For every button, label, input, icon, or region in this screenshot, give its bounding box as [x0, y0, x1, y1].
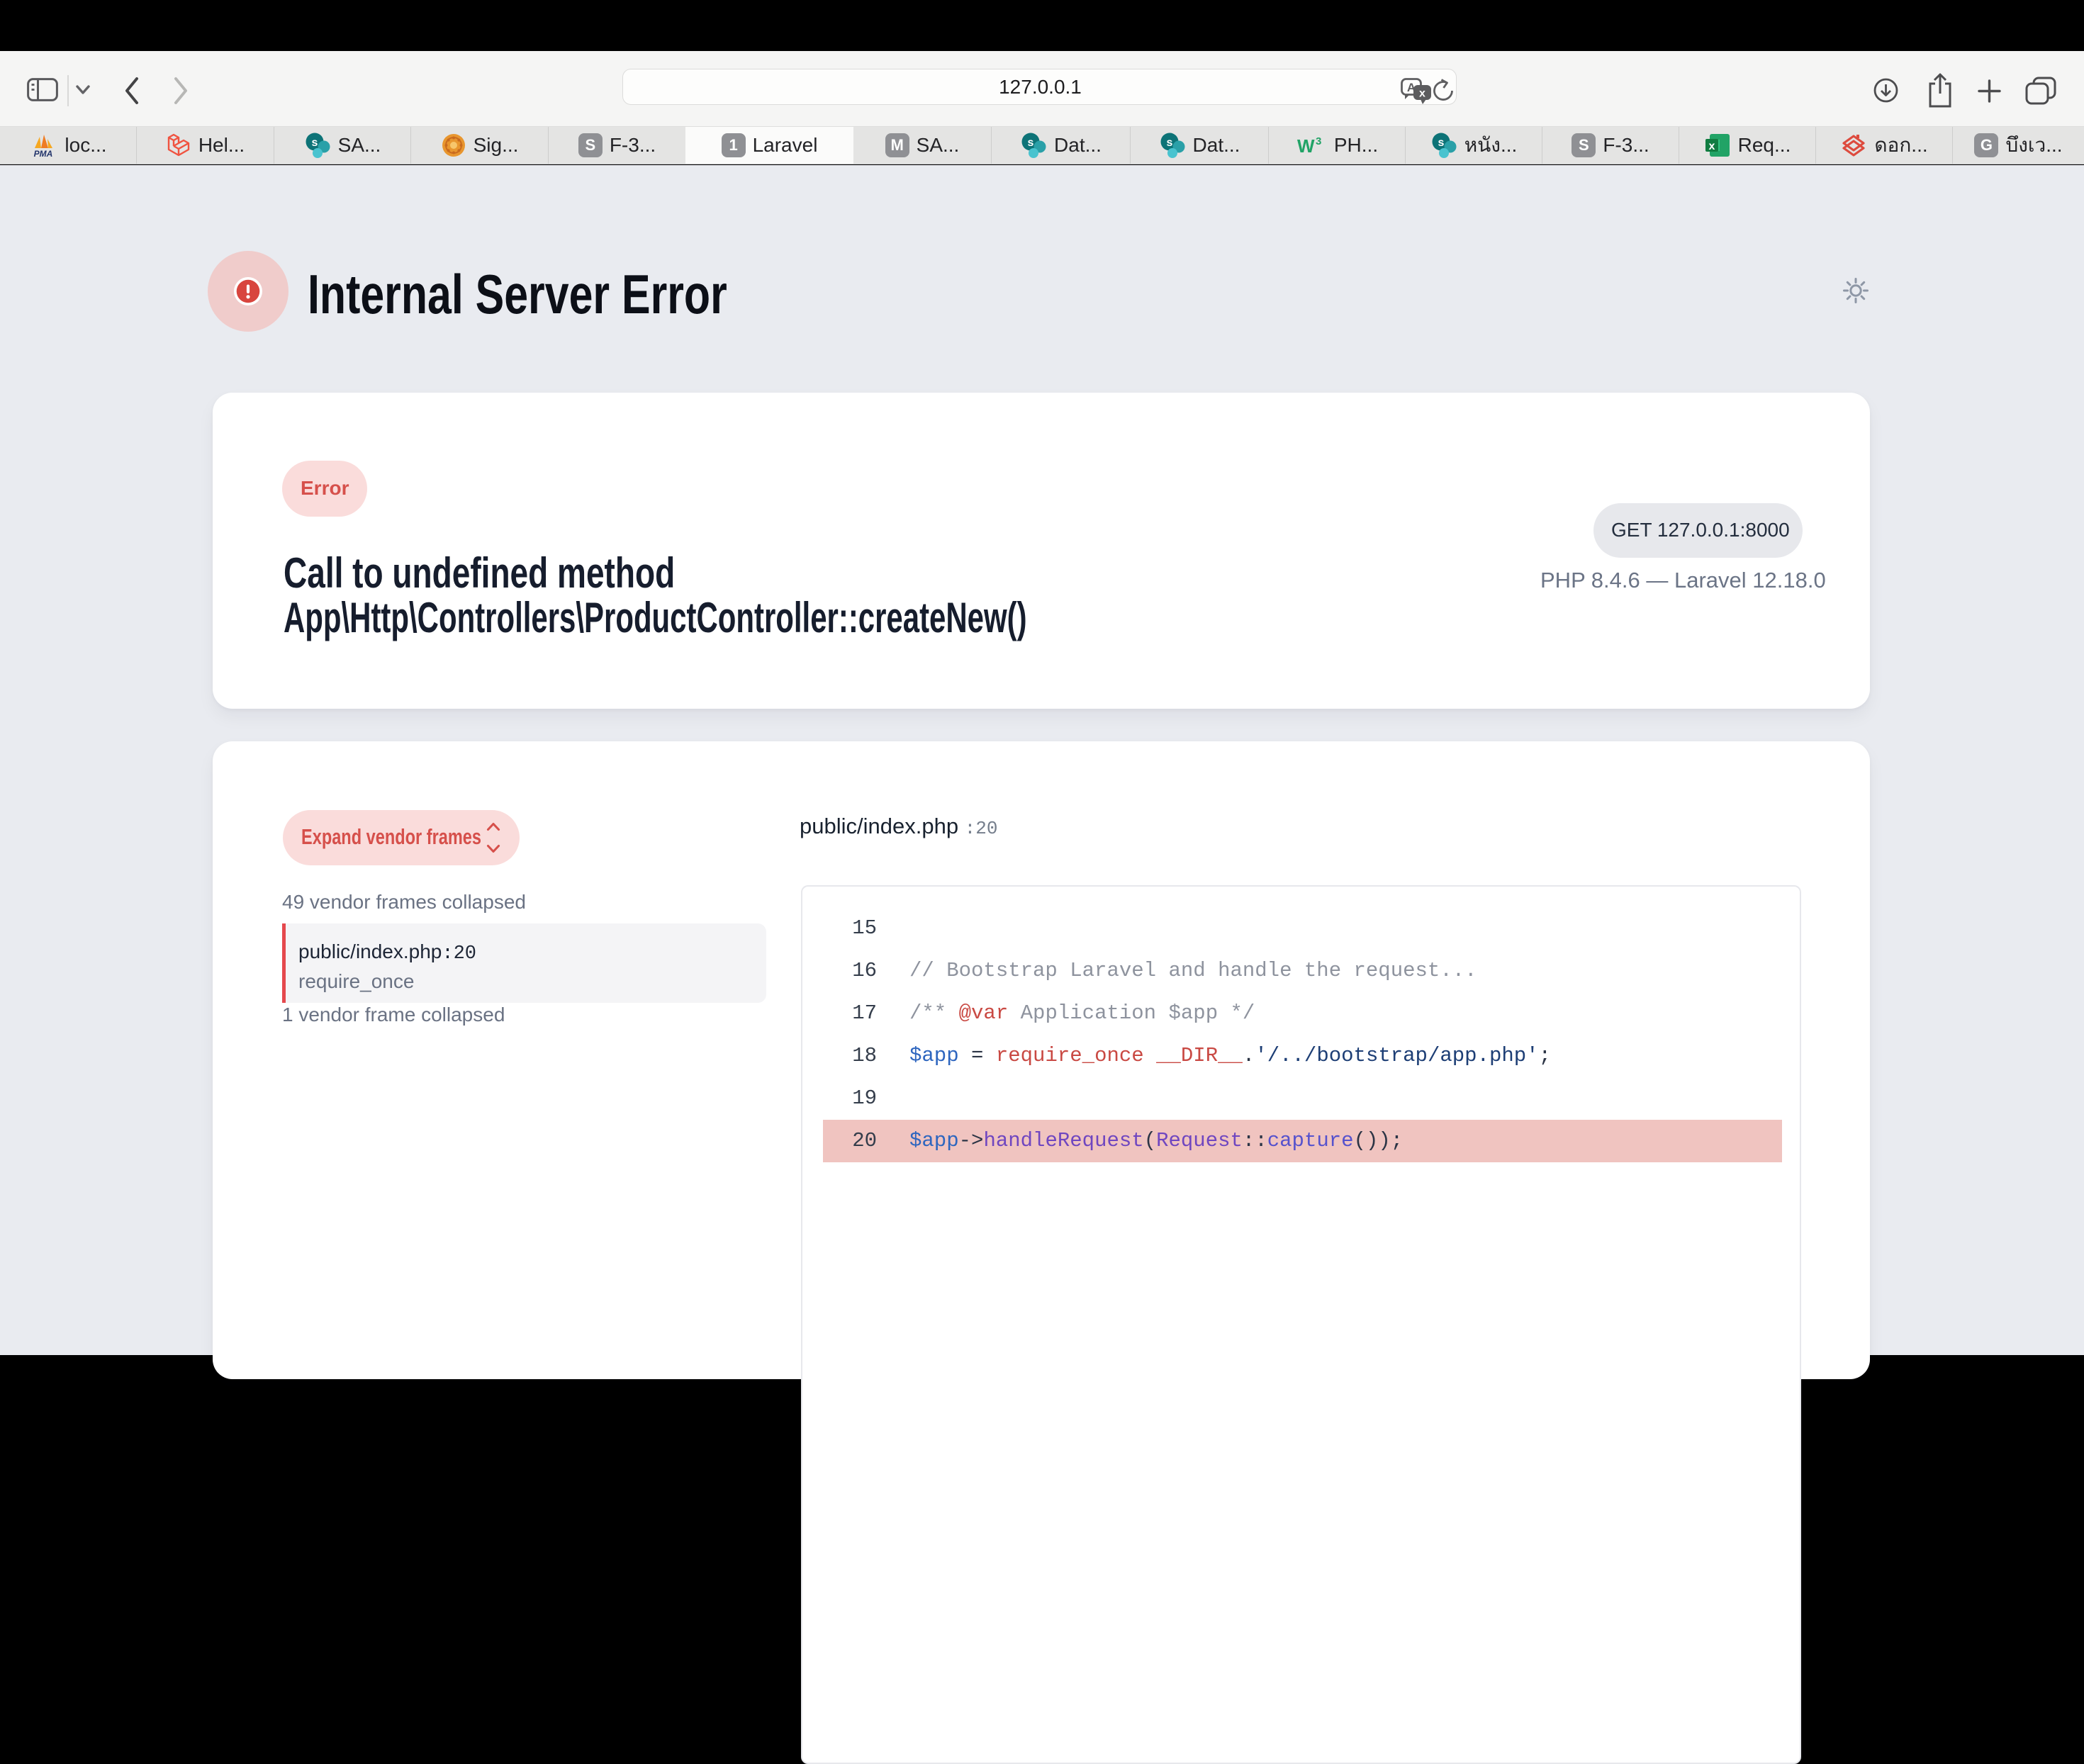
svg-text:PMA: PMA	[34, 149, 53, 158]
svg-text:s: s	[1438, 137, 1444, 149]
svg-text:x: x	[1419, 88, 1425, 100]
svg-text:3: 3	[1316, 135, 1321, 147]
svg-text:x: x	[1708, 140, 1715, 152]
svg-text:s: s	[1166, 137, 1172, 149]
svg-text:W: W	[1297, 135, 1315, 156]
svg-text:s: s	[311, 137, 318, 149]
svg-text:s: s	[1028, 137, 1034, 149]
